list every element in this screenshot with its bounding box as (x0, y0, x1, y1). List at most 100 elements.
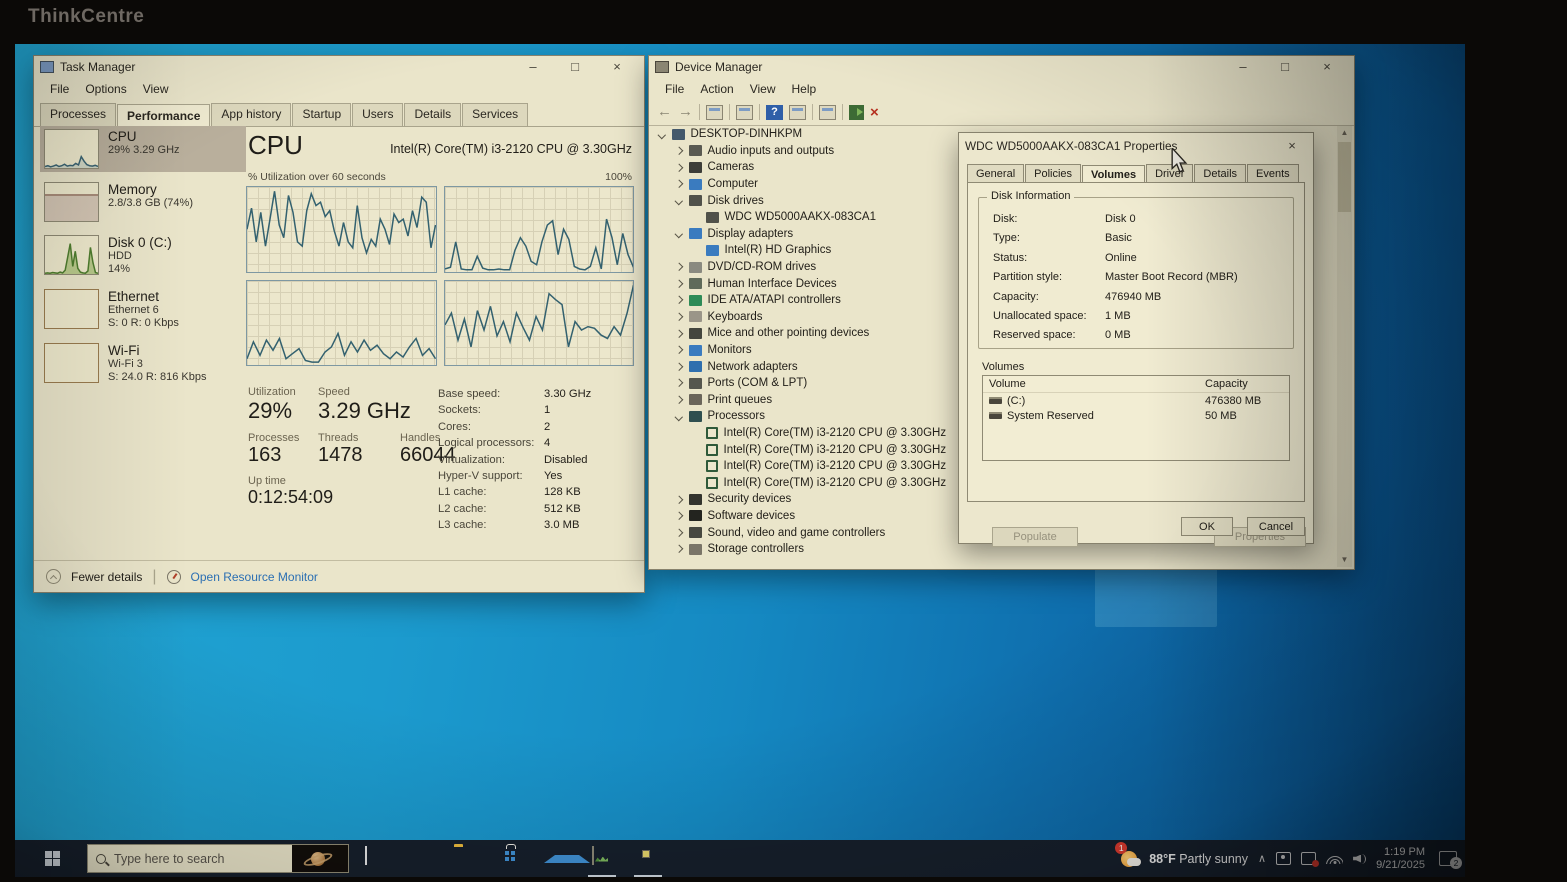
close-button[interactable]: × (1306, 56, 1348, 78)
task-manager-taskbar-button[interactable] (590, 847, 614, 871)
populate-button[interactable]: Populate (992, 527, 1078, 547)
device-manager-titlebar[interactable]: Device Manager – □ × (649, 56, 1354, 78)
chevron-down-icon[interactable] (675, 230, 683, 238)
chevron-right-icon[interactable] (675, 512, 683, 520)
maximize-button[interactable]: □ (554, 56, 596, 78)
chevron-right-icon[interactable] (675, 396, 683, 404)
volume-icon[interactable] (1353, 853, 1366, 865)
perf-tile-detail: 14% (108, 263, 172, 276)
scroll-up-icon[interactable]: ▲ (1337, 126, 1352, 140)
chevron-right-icon[interactable] (675, 363, 683, 371)
perf-tile-detail: Ethernet 6 (108, 304, 179, 317)
chevron-right-icon[interactable] (675, 346, 683, 354)
tab-performance[interactable]: Performance (117, 104, 210, 127)
info-label: Disk: (993, 210, 1105, 229)
scan-for-changes-icon[interactable] (819, 105, 836, 120)
device-tree-scrollbar[interactable]: ▲ ▼ (1337, 126, 1352, 567)
cast-status-icon[interactable] (1301, 852, 1316, 865)
menu-file[interactable]: File (42, 80, 77, 98)
edge-button[interactable] (406, 847, 430, 871)
perf-tile-name: Ethernet (108, 289, 179, 304)
minimize-button[interactable]: – (512, 56, 554, 78)
volumes-col-capacity: Capacity (1205, 378, 1283, 390)
weather-widget[interactable]: 1 88°F Partly sunny (1119, 847, 1248, 870)
perf-tile-cpu[interactable]: CPU29% 3.29 GHz (40, 126, 246, 172)
search-input[interactable] (114, 852, 264, 866)
menu-action[interactable]: Action (692, 80, 741, 98)
chevron-right-icon[interactable] (675, 296, 683, 304)
maximize-button[interactable]: □ (1264, 56, 1306, 78)
tab-processes[interactable]: Processes (40, 103, 116, 126)
chevron-right-icon[interactable] (675, 330, 683, 338)
close-icon[interactable]: × (1277, 135, 1307, 157)
menu-view[interactable]: View (742, 80, 784, 98)
perf-tile-ethernet[interactable]: EthernetEthernet 6S: 0 R: 0 Kbps (40, 286, 246, 333)
mouse-cursor (1170, 148, 1188, 179)
show-window-icon[interactable] (706, 105, 723, 120)
chevron-down-icon[interactable] (675, 413, 683, 421)
cpu-graph-core-0 (246, 186, 437, 273)
properties-icon[interactable] (736, 105, 753, 120)
perf-tile-wi-fi[interactable]: Wi-FiWi-Fi 3S: 24.0 R: 816 Kbps (40, 340, 246, 387)
dialog-tab-policies[interactable]: Policies (1025, 164, 1081, 183)
menu-help[interactable]: Help (784, 80, 825, 98)
menu-view[interactable]: View (135, 80, 177, 98)
ok-button[interactable]: OK (1181, 517, 1233, 536)
close-button[interactable]: × (596, 56, 638, 78)
chevron-right-icon[interactable] (675, 545, 683, 553)
cpu-stats: Utilization 29% Speed 3.29 GHz Processes… (248, 386, 428, 516)
chevron-down-icon[interactable] (675, 197, 683, 205)
task-view-button[interactable] (360, 847, 384, 871)
chevron-right-icon[interactable] (675, 263, 683, 271)
chevron-right-icon[interactable] (675, 313, 683, 321)
scroll-down-icon[interactable]: ▼ (1337, 553, 1352, 567)
dialog-tab-details[interactable]: Details (1194, 164, 1246, 183)
chevron-right-icon[interactable] (675, 529, 683, 537)
chevron-right-icon[interactable] (675, 495, 683, 503)
fewer-details-button[interactable]: Fewer details (71, 570, 142, 584)
perf-tile-disk-0-c[interactable]: Disk 0 (C:)HDD14% (40, 232, 246, 279)
task-manager-icon (592, 846, 594, 865)
dialog-tab-general[interactable]: General (967, 164, 1024, 183)
perf-tile-name: Disk 0 (C:) (108, 235, 172, 250)
minimize-button[interactable]: – (1222, 56, 1264, 78)
chevron-right-icon[interactable] (675, 164, 683, 172)
start-button[interactable] (29, 840, 75, 877)
store-button[interactable] (498, 847, 522, 871)
chevron-right-icon[interactable] (675, 379, 683, 387)
cancel-button[interactable]: Cancel (1247, 517, 1305, 536)
search-highlight-art[interactable] (292, 844, 348, 873)
detail-value: 1 (544, 402, 634, 418)
dialog-tab-events[interactable]: Events (1247, 164, 1299, 183)
update-driver-icon[interactable] (849, 105, 864, 120)
volume-row-c[interactable]: (C:)476380 MB (983, 393, 1289, 408)
chevron-right-icon[interactable] (675, 280, 683, 288)
meet-now-icon[interactable] (1276, 852, 1291, 865)
taskbar-clock[interactable]: 1:19 PM 9/21/2025 (1376, 846, 1425, 872)
info-label: Unallocated space: (993, 307, 1105, 326)
volume-row-system-reserved[interactable]: System Reserved50 MB (983, 408, 1289, 423)
menu-options[interactable]: Options (77, 80, 134, 98)
dialog-titlebar[interactable]: WDC WD5000AAKX-083CA1 Properties × (959, 133, 1313, 158)
help-icon[interactable]: ? (766, 105, 783, 120)
hidden-icons-chevron[interactable]: ∧ (1258, 852, 1266, 865)
file-explorer-button[interactable] (452, 847, 476, 871)
perf-tile-memory[interactable]: Memory2.8/3.8 GB (74%) (40, 179, 246, 225)
chevron-down-icon[interactable] (658, 130, 666, 138)
device-manager-taskbar-button[interactable] (636, 847, 660, 871)
scrollbar-thumb[interactable] (1338, 142, 1351, 212)
chevron-right-icon[interactable] (675, 147, 683, 155)
back-icon[interactable]: ← (657, 104, 672, 120)
task-manager-titlebar[interactable]: Task Manager – □ × (34, 56, 644, 78)
scan-hardware-icon[interactable] (789, 105, 806, 120)
menu-file[interactable]: File (657, 80, 692, 98)
volumes-list[interactable]: Volume Capacity (C:)476380 MBSystem Rese… (982, 375, 1290, 461)
open-resource-monitor-link[interactable]: Open Resource Monitor (191, 570, 318, 584)
mail-button[interactable] (544, 847, 568, 871)
uninstall-device-icon[interactable]: × (870, 105, 879, 120)
taskbar-search[interactable] (87, 844, 349, 873)
action-center-icon[interactable]: 2 (1439, 851, 1457, 866)
chevron-right-icon[interactable] (675, 180, 683, 188)
forward-icon[interactable]: → (678, 104, 693, 120)
wifi-icon[interactable] (1326, 853, 1343, 864)
